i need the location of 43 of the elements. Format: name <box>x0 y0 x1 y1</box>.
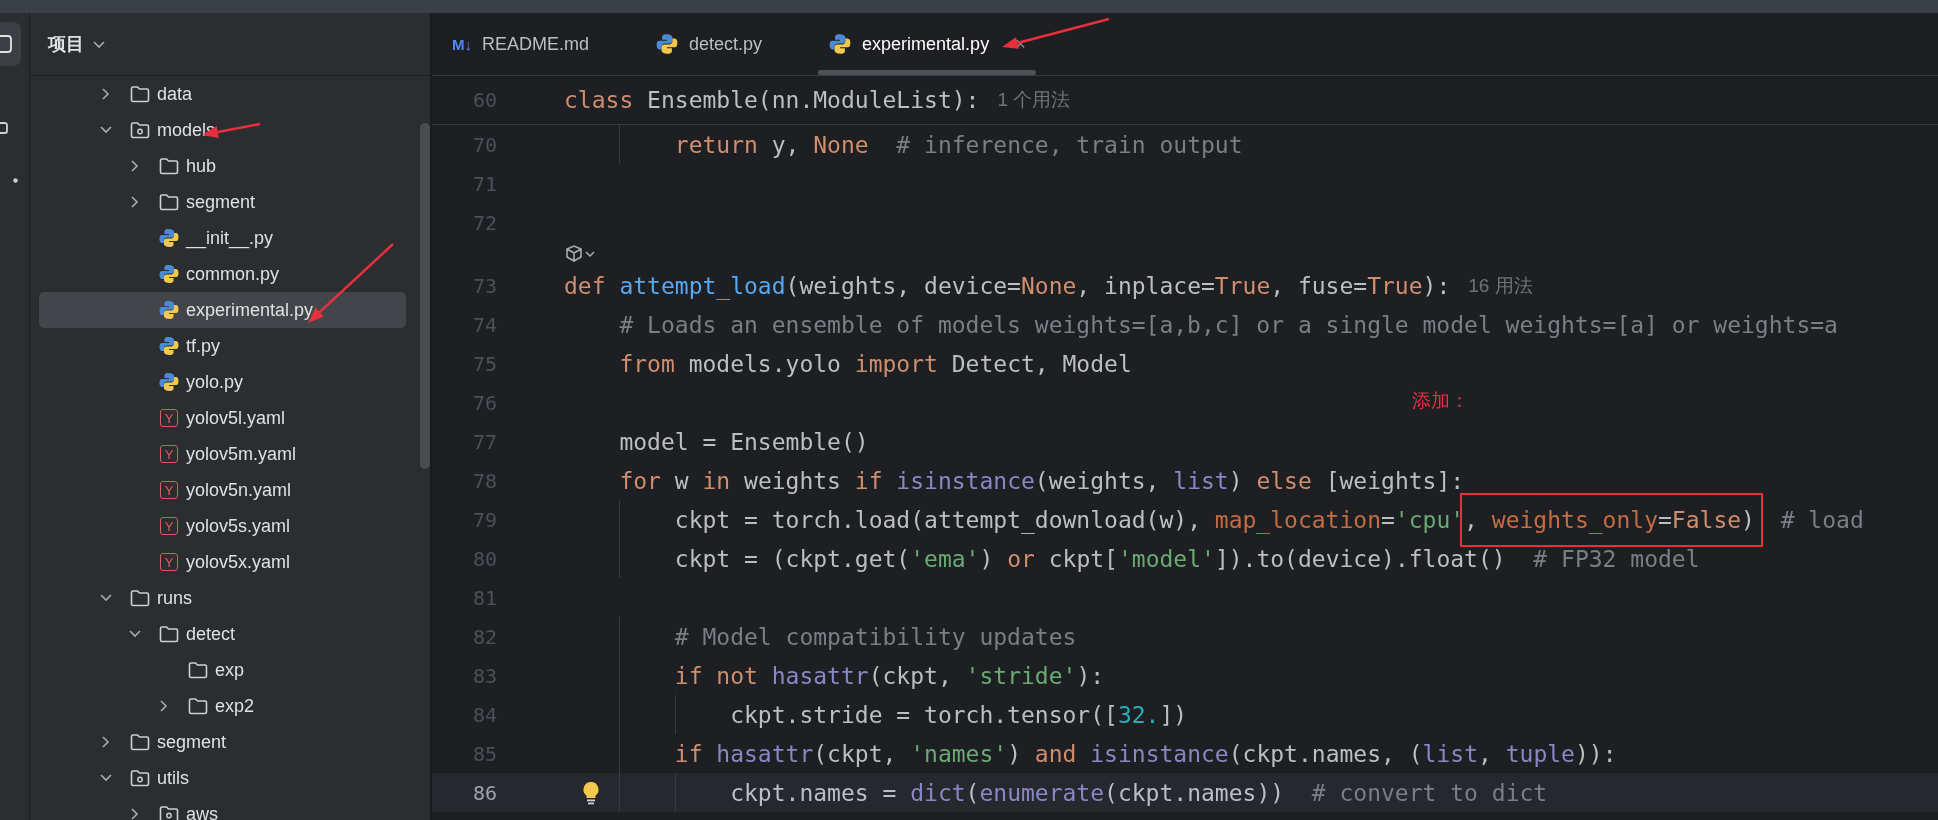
editor-tab[interactable]: M↓ README.md <box>438 13 603 75</box>
code-line: model = Ensemble() <box>618 427 869 457</box>
tree-item[interactable]: __init__.py <box>30 220 414 256</box>
tree-item[interactable]: aws <box>30 796 414 820</box>
editor-tab[interactable]: detect.py <box>641 13 777 75</box>
tree-item[interactable]: segment <box>30 724 414 760</box>
yaml-file-icon: Y <box>160 445 178 463</box>
tree-item[interactable]: yolo.py <box>30 364 414 400</box>
code-line: if not hasattr(ckpt, 'stride'): <box>564 656 1105 695</box>
panel-title[interactable]: 项目 <box>48 32 84 56</box>
yaml-file-icon: Y <box>160 481 178 499</box>
tree-item[interactable]: tf.py <box>30 328 414 364</box>
tree-item[interactable]: Y yolov5x.yaml <box>30 544 414 580</box>
code-line: for w in weights if isinstance(weights, list) else [weights]: <box>618 466 1465 496</box>
tree-item[interactable]: utils <box>30 760 414 796</box>
annotation-text: 添加： <box>1412 389 1469 413</box>
line-number: 86 <box>471 780 497 805</box>
tree-item[interactable]: exp <box>30 652 414 688</box>
tree-item[interactable]: common.py <box>30 256 414 292</box>
tree-item[interactable]: Y yolov5n.yaml <box>30 472 414 508</box>
code-line: if hasattr(ckpt, 'names') and isinstance(ckpt.names, (list, tuple)): <box>564 734 1617 773</box>
tree-item[interactable]: exp2 <box>30 688 414 724</box>
code-line: ckpt.names = dict(enumerate(ckpt.names)) # convert to dict <box>564 773 1548 812</box>
tree-item[interactable]: detect <box>30 616 414 652</box>
tree-item[interactable]: Y yolov5m.yaml <box>30 436 414 472</box>
tree-item[interactable]: runs <box>30 580 414 616</box>
yaml-file-icon: Y <box>160 409 178 427</box>
code-line: # Model compatibility updates <box>564 617 1077 656</box>
tree-item[interactable]: experimental.py <box>39 292 406 328</box>
code-line: from models.yolo import Detect, Model <box>618 349 1132 379</box>
code-line: return y, None # inference, train output <box>564 125 1243 164</box>
tree-item[interactable]: Y yolov5l.yaml <box>30 400 414 436</box>
tree-item[interactable]: hub <box>30 148 414 184</box>
tree-item[interactable]: Y yolov5s.yaml <box>30 508 414 544</box>
code-line: def attempt_load(weights, device=None, inplace=True, fuse=True): 16 用法 <box>564 271 1533 302</box>
yaml-file-icon: Y <box>160 517 178 535</box>
code-line: class Ensemble(nn.ModuleList): 1 个用法 <box>564 86 1071 115</box>
code-line: ckpt.stride = torch.tensor([32.]) <box>564 695 1188 734</box>
yaml-file-icon: Y <box>160 553 178 571</box>
tree-item[interactable]: data <box>30 76 414 112</box>
markdown-icon: M↓ <box>452 35 472 53</box>
tree-item[interactable]: segment <box>30 184 414 220</box>
code-line: # Loads an ensemble of models weights=[a,b,c] or a single model weights=[a] or weights=a <box>618 310 1838 340</box>
